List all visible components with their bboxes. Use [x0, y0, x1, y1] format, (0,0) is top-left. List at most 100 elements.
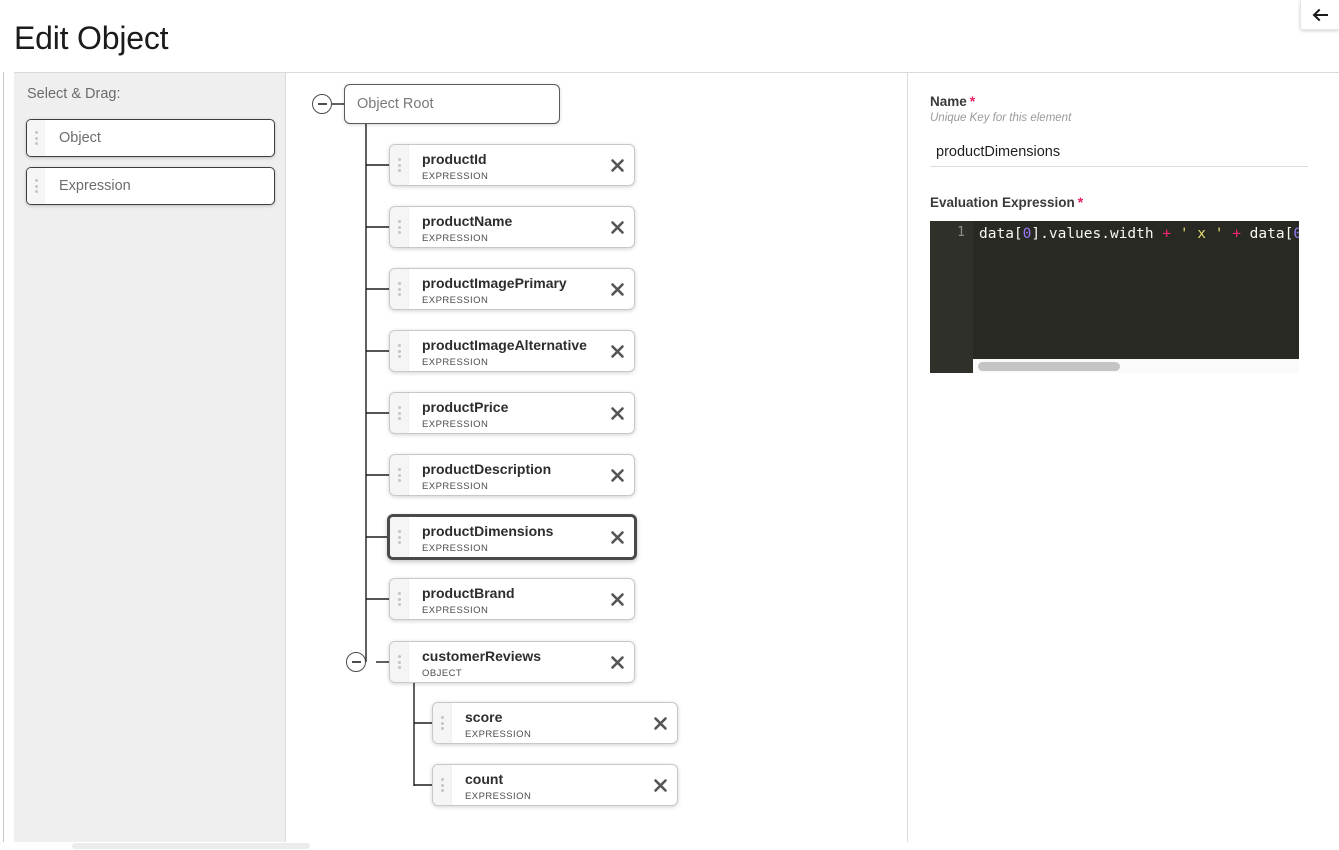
- drag-handle-icon[interactable]: [27, 120, 45, 156]
- tree-node-type: EXPRESSION: [422, 233, 489, 244]
- content-area: Select & Drag: Object Expression Object …: [14, 72, 1339, 842]
- collapse-minus-icon-customer-reviews[interactable]: [346, 652, 366, 672]
- name-field-label: Name *: [930, 93, 1317, 109]
- collapse-minus-icon-root[interactable]: [312, 94, 332, 114]
- tree-node-body: productName EXPRESSION: [409, 207, 600, 247]
- tree-node-body: productDimensions EXPRESSION: [409, 517, 600, 557]
- name-input[interactable]: [930, 137, 1308, 167]
- close-x-icon[interactable]: [600, 269, 634, 309]
- tree-node-title: productPrice: [422, 399, 509, 415]
- tree-node-type: EXPRESSION: [422, 171, 489, 182]
- tree-node-productBrand[interactable]: productBrand EXPRESSION: [389, 578, 635, 620]
- tree-node-title: customerReviews: [422, 648, 542, 664]
- palette-panel: Select & Drag: Object Expression: [14, 73, 286, 842]
- drag-handle-icon[interactable]: [390, 207, 409, 247]
- editor-code-area[interactable]: data[0].values.width + ' x ' + data[0]: [973, 221, 1299, 373]
- tree-node-type: EXPRESSION: [422, 605, 489, 616]
- tree-node-type: EXPRESSION: [422, 481, 489, 492]
- tree-node-body: productImagePrimary EXPRESSION: [409, 269, 600, 309]
- tree-node-body: productDescription EXPRESSION: [409, 455, 600, 495]
- tree-node-body: productImageAlternative EXPRESSION: [409, 331, 600, 371]
- tree-node-title: productBrand: [422, 585, 515, 601]
- tree-node-title: productImageAlternative: [422, 337, 587, 353]
- close-x-icon[interactable]: [600, 331, 634, 371]
- editor-scrollbar-thumb[interactable]: [978, 362, 1120, 371]
- editor-code-line: data[0].values.width + ' x ' + data[0]: [979, 226, 1299, 242]
- expression-label-text: Evaluation Expression: [930, 195, 1075, 210]
- tree-node-type: EXPRESSION: [465, 791, 532, 802]
- tree-node-title: productDimensions: [422, 523, 554, 539]
- close-x-icon[interactable]: [643, 765, 677, 805]
- expression-code-editor[interactable]: 1 data[0].values.width + ' x ' + data[0]: [930, 221, 1299, 373]
- palette-item-label: Object: [59, 130, 101, 146]
- drag-handle-icon[interactable]: [390, 393, 409, 433]
- drag-handle-icon[interactable]: [27, 168, 45, 204]
- tree-node-body: productBrand EXPRESSION: [409, 579, 600, 619]
- drag-handle-icon[interactable]: [390, 331, 409, 371]
- page-left-border: [3, 0, 4, 850]
- close-x-icon[interactable]: [600, 455, 634, 495]
- tree-node-type: EXPRESSION: [422, 419, 489, 430]
- inspector-panel: Name * Unique Key for this element Evalu…: [908, 73, 1339, 842]
- drag-handle-icon[interactable]: [390, 579, 409, 619]
- required-asterisk: *: [1077, 194, 1084, 210]
- tree-node-productDescription[interactable]: productDescription EXPRESSION: [389, 454, 635, 496]
- tree-node-customerReviews[interactable]: customerReviews OBJECT: [389, 641, 635, 683]
- tree-node-type: OBJECT: [422, 668, 463, 679]
- tree-canvas[interactable]: Object Root productId EXPRESSION productNa…: [286, 73, 908, 842]
- drag-handle-icon[interactable]: [390, 517, 409, 557]
- close-x-icon[interactable]: [600, 517, 634, 557]
- editor-gutter: 1: [930, 221, 973, 373]
- expression-field-label: Evaluation Expression *: [930, 194, 1317, 210]
- tree-node-type: EXPRESSION: [465, 729, 532, 740]
- tree-node-productPrice[interactable]: productPrice EXPRESSION: [389, 392, 635, 434]
- tree-node-type: EXPRESSION: [422, 357, 489, 368]
- drag-handle-icon[interactable]: [433, 703, 452, 743]
- tree-node-root-label: Object Root: [357, 96, 434, 112]
- palette-item-object[interactable]: Object: [26, 119, 275, 157]
- tree-node-type: EXPRESSION: [422, 543, 489, 554]
- close-x-icon[interactable]: [600, 642, 634, 682]
- close-x-icon[interactable]: [643, 703, 677, 743]
- page-header: Edit Object: [0, 0, 1339, 72]
- tree-node-title: productDescription: [422, 461, 552, 477]
- tree-node-body: productId EXPRESSION: [409, 145, 600, 185]
- tree-node-title: count: [465, 771, 504, 787]
- name-field-hint: Unique Key for this element: [930, 112, 1072, 124]
- page-scrollbar-thumb[interactable]: [72, 843, 310, 849]
- name-label-text: Name: [930, 94, 967, 109]
- close-x-icon[interactable]: [600, 207, 634, 247]
- close-x-icon[interactable]: [600, 393, 634, 433]
- tree-node-root[interactable]: Object Root: [344, 84, 560, 124]
- close-x-icon[interactable]: [600, 145, 634, 185]
- tree-node-title: productImagePrimary: [422, 275, 567, 291]
- tree-node-productName[interactable]: productName EXPRESSION: [389, 206, 635, 248]
- palette-item-label: Expression: [59, 178, 131, 194]
- required-asterisk: *: [969, 93, 976, 109]
- tree-node-score[interactable]: score EXPRESSION: [432, 702, 678, 744]
- tree-node-type: EXPRESSION: [422, 295, 489, 306]
- tree-node-count[interactable]: count EXPRESSION: [432, 764, 678, 806]
- back-button[interactable]: [1300, 0, 1339, 30]
- drag-handle-icon[interactable]: [390, 145, 409, 185]
- page-horizontal-scrollbar[interactable]: [0, 842, 1339, 850]
- drag-handle-icon[interactable]: [390, 269, 409, 309]
- palette-label: Select & Drag:: [27, 86, 121, 102]
- tree-node-title: productName: [422, 213, 513, 229]
- tree-node-productId[interactable]: productId EXPRESSION: [389, 144, 635, 186]
- tree-node-body: score EXPRESSION: [452, 703, 643, 743]
- editor-line-number: 1: [957, 225, 965, 240]
- drag-handle-icon[interactable]: [390, 642, 409, 682]
- close-x-icon[interactable]: [600, 579, 634, 619]
- palette-item-expression[interactable]: Expression: [26, 167, 275, 205]
- editor-horizontal-scrollbar[interactable]: [973, 359, 1299, 373]
- drag-handle-icon[interactable]: [390, 455, 409, 495]
- drag-handle-icon[interactable]: [433, 765, 452, 805]
- arrow-left-icon: [1312, 8, 1328, 22]
- tree-node-productImageAlternative[interactable]: productImageAlternative EXPRESSION: [389, 330, 635, 372]
- page-title: Edit Object: [14, 20, 169, 56]
- tree-node-productDimensions[interactable]: productDimensions EXPRESSION: [387, 514, 637, 560]
- tree-node-body: customerReviews OBJECT: [409, 642, 600, 682]
- tree-node-title: productId: [422, 151, 487, 167]
- tree-node-productImagePrimary[interactable]: productImagePrimary EXPRESSION: [389, 268, 635, 310]
